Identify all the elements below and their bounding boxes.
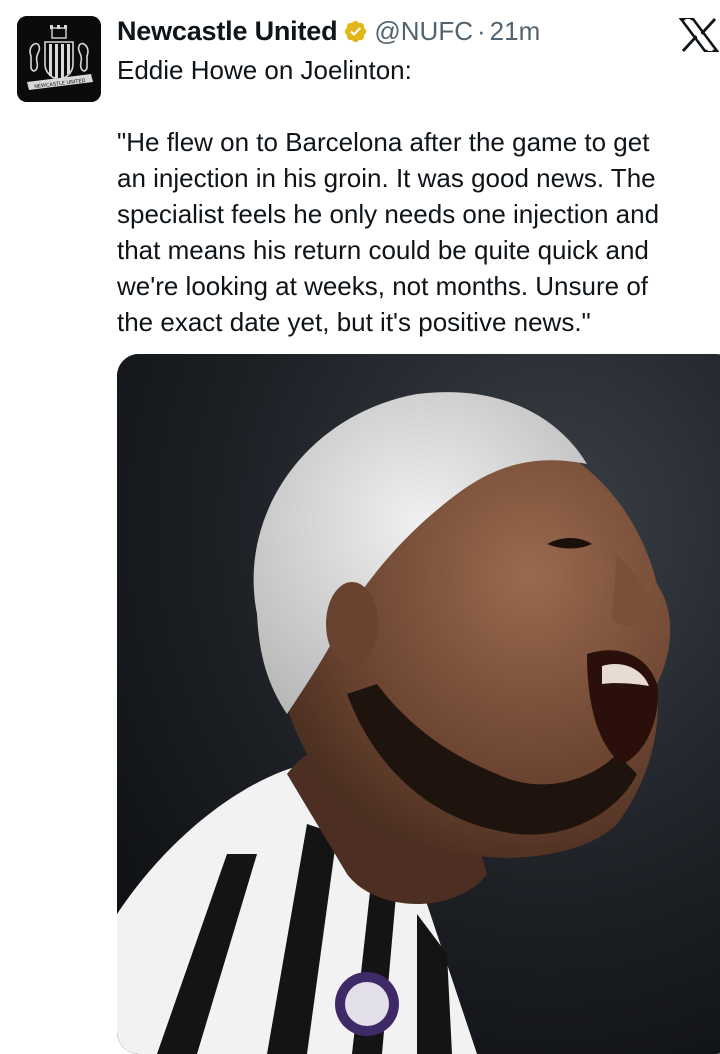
avatar[interactable]: NEWCASTLE UNITED [17, 16, 101, 102]
verified-badge-icon [343, 19, 368, 44]
timestamp[interactable]: 21m [490, 16, 541, 47]
tweet-card: NEWCASTLE UNITED Newcastle United @NUFC … [0, 0, 720, 1054]
tweet-media-photo[interactable] [117, 354, 720, 1054]
x-logo-icon[interactable] [679, 18, 719, 52]
tweet-text-blank-line [117, 88, 717, 124]
tweet-text-line: we're looking at weeks, not months. Unsu… [117, 271, 649, 301]
tweet-text-line: the exact date yet, but it's positive ne… [117, 307, 591, 337]
tweet-text-line: Eddie Howe on Joelinton: [117, 55, 412, 85]
player-photo [117, 354, 720, 1054]
newcastle-crest-icon: NEWCASTLE UNITED [17, 16, 101, 102]
separator-dot: · [476, 15, 486, 46]
account-handle[interactable]: @NUFC [374, 16, 473, 47]
tweet-text-line: an injection in his groin. It was good n… [117, 163, 656, 193]
tweet-text: Eddie Howe on Joelinton: "He flew on to … [117, 52, 717, 340]
tweet-text-line: "He flew on to Barcelona after the game … [117, 127, 650, 157]
tweet-text-line: specialist feels he only needs one injec… [117, 199, 660, 229]
tweet-text-line: that means his return could be quite qui… [117, 235, 649, 265]
tweet-header: Newcastle United @NUFC · 21m [117, 14, 540, 48]
display-name[interactable]: Newcastle United [117, 16, 338, 47]
